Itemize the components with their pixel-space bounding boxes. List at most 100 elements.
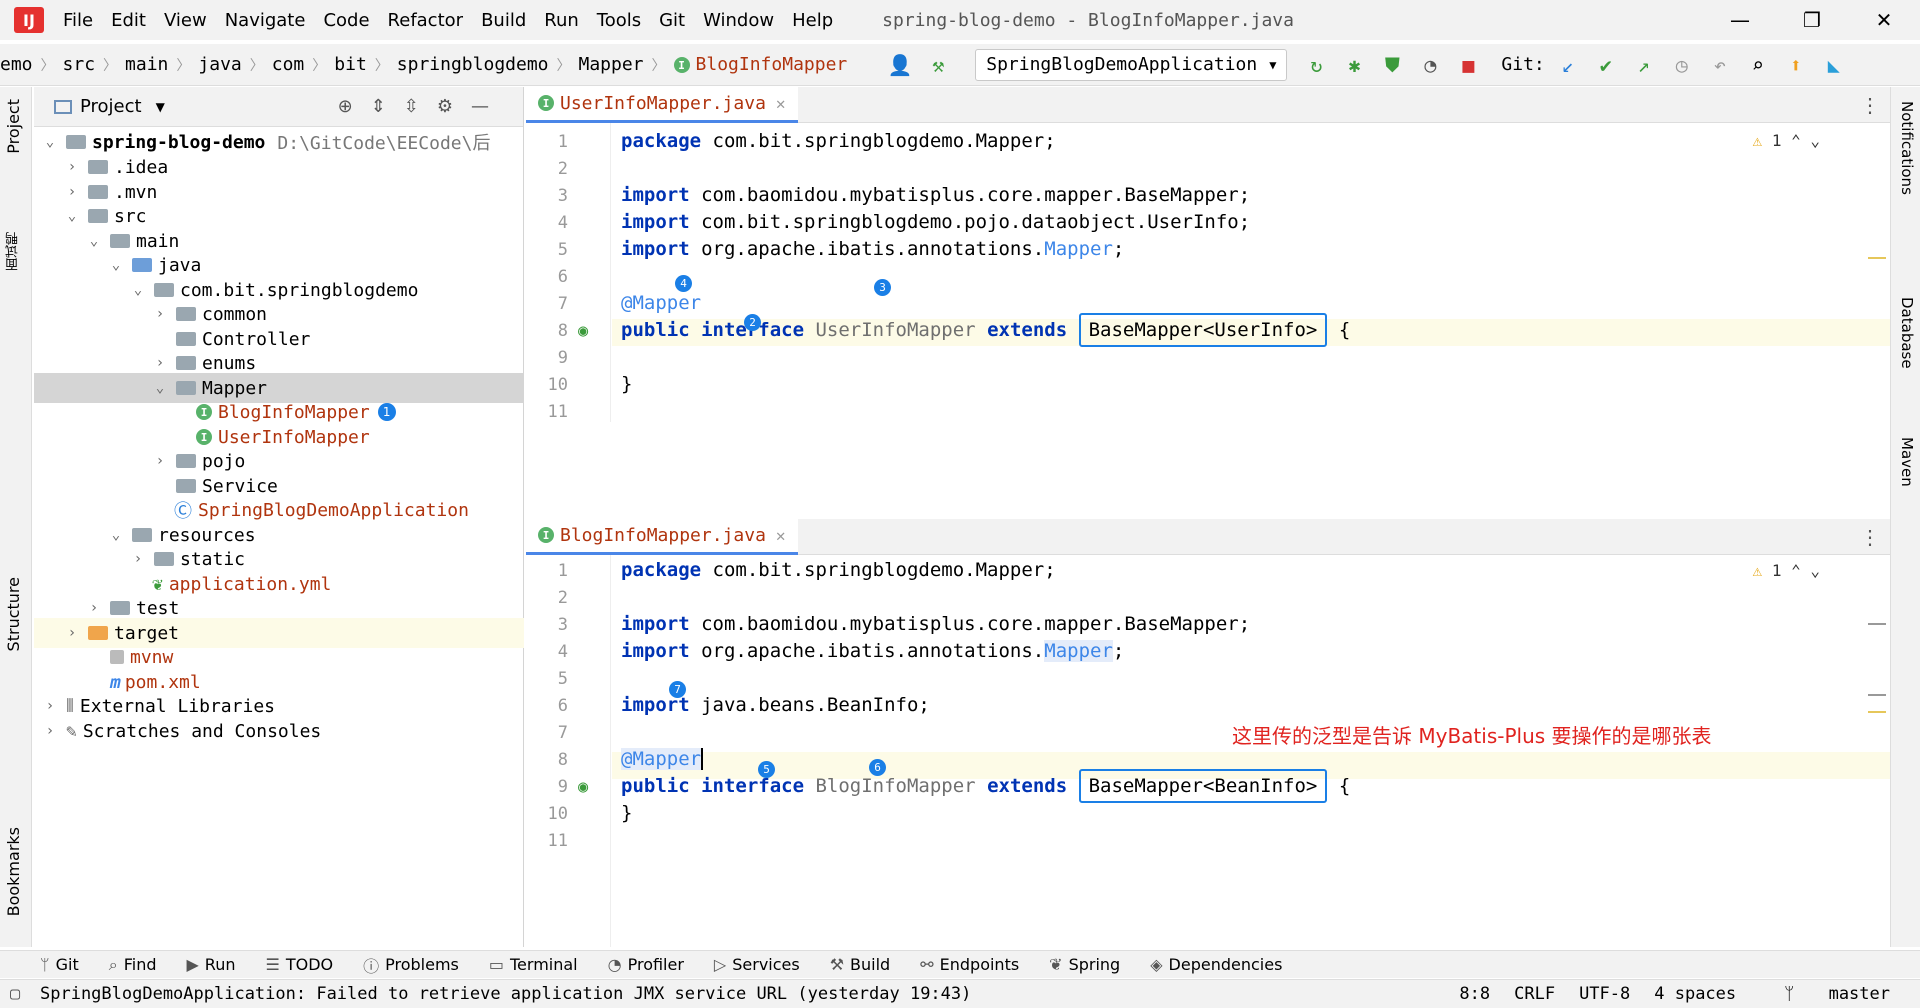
- breadcrumb-springblogdemo[interactable]: springblogdemo: [393, 54, 553, 75]
- panel-actions[interactable]: ⊕⇕⇳⚙—: [338, 96, 507, 117]
- toolwindow-run[interactable]: ▶ Run: [186, 955, 235, 974]
- toolwindow-profiler[interactable]: ◔ Profiler: [608, 955, 684, 974]
- caret-position[interactable]: 8:8: [1459, 984, 1490, 1004]
- structure-tool-tab[interactable]: Structure: [4, 577, 23, 651]
- search-icon[interactable]: ⌕: [1739, 46, 1777, 84]
- implementation-gutter-icon[interactable]: ◉: [578, 777, 588, 797]
- step-badge-5: 5: [758, 761, 775, 778]
- right-tool-strip: Notifications Database Maven: [1890, 87, 1920, 947]
- toolwindow-find[interactable]: ⌕ Find: [109, 955, 157, 975]
- minimize-icon[interactable]: —: [1704, 0, 1776, 40]
- git-update-icon[interactable]: ↙: [1549, 46, 1587, 84]
- left-tool-strip: Project 面试鸭 Structure Bookmarks: [0, 87, 32, 947]
- scratches-icon: ✎: [66, 720, 77, 742]
- breadcrumb-project[interactable]: emo: [0, 54, 37, 75]
- project-tool-tab[interactable]: Project: [4, 99, 23, 154]
- interface-icon: I: [196, 404, 212, 420]
- breadcrumb-java[interactable]: java: [194, 54, 245, 75]
- menu-file[interactable]: File: [54, 10, 102, 31]
- editor-bottom[interactable]: I BlogInfoMapper.java ✕ ⋮ 1 2 3 4 5 6 7 8 9 10 11 ◉ …: [526, 518, 1890, 947]
- step-badge-7: 7: [669, 681, 686, 698]
- run-configuration-select[interactable]: SpringBlogDemoApplication ▼: [975, 48, 1288, 81]
- toolwindow-todo[interactable]: ☰ TODO: [265, 955, 333, 974]
- step-badge-6: 6: [869, 759, 886, 776]
- indent-setting[interactable]: 4 spaces: [1654, 984, 1736, 1004]
- warning-indicator[interactable]: ⚠ 1 ⌃ ⌄: [1753, 561, 1820, 580]
- toolwindow-terminal[interactable]: ▭ Terminal: [489, 955, 578, 974]
- breadcrumb-main[interactable]: main: [121, 54, 172, 75]
- debug-bug-icon[interactable]: ✱: [1335, 46, 1373, 84]
- project-view-icon: [54, 99, 72, 114]
- breadcrumb-active-file[interactable]: I BlogInfoMapper: [670, 54, 852, 75]
- menu-build[interactable]: Build: [472, 10, 535, 31]
- menu-refactor[interactable]: Refactor: [379, 10, 473, 31]
- status-message[interactable]: SpringBlogDemoApplication: Failed to ret…: [0, 984, 971, 1004]
- restore-icon[interactable]: ❐: [1776, 0, 1848, 40]
- git-rollback-icon[interactable]: ↶: [1701, 46, 1739, 84]
- rerun-icon[interactable]: ↻: [1297, 46, 1335, 84]
- database-tool-tab[interactable]: Database: [1898, 297, 1916, 369]
- breadcrumb-com[interactable]: com: [268, 54, 309, 75]
- user-icon[interactable]: 👤: [881, 46, 919, 84]
- git-push-icon[interactable]: ↗: [1625, 46, 1663, 84]
- update-icon[interactable]: ⬆: [1777, 46, 1815, 84]
- breadcrumb-src[interactable]: src: [59, 54, 100, 75]
- editor-tabbar: I UserInfoMapper.java ✕ ⋮: [526, 86, 1890, 123]
- toolwindow-problems[interactable]: ⓘ Problems: [363, 953, 459, 977]
- menu-view[interactable]: View: [155, 10, 216, 31]
- library-icon: ⦀: [66, 695, 74, 717]
- close-icon[interactable]: ✕: [1848, 0, 1920, 40]
- breadcrumb-bit[interactable]: bit: [330, 54, 371, 75]
- status-square-icon[interactable]: ▢: [10, 984, 20, 1004]
- more-vertical-icon[interactable]: ⋮: [1860, 525, 1880, 549]
- project-panel-title[interactable]: Project: [80, 96, 142, 117]
- menu-window[interactable]: Window: [694, 10, 783, 31]
- interface-icon: I: [538, 527, 554, 543]
- more-vertical-icon[interactable]: ⋮: [1860, 93, 1880, 117]
- menu-git[interactable]: Git: [650, 10, 694, 31]
- menu-run[interactable]: Run: [535, 10, 588, 31]
- editor-top[interactable]: I UserInfoMapper.java ✕ ⋮ 1 2 3 4 5 6 7 8 9 10 11 ◉ …: [526, 86, 1890, 422]
- plugin-tool-tab[interactable]: 面试鸭: [4, 232, 23, 271]
- toolwindow-spring[interactable]: ❦ Spring: [1049, 955, 1120, 974]
- menu-code[interactable]: Code: [314, 10, 378, 31]
- status-bar: ▢ SpringBlogDemoApplication: Failed to r…: [0, 979, 1920, 1008]
- profile-icon[interactable]: ◔: [1411, 46, 1449, 84]
- toolwindow-services[interactable]: ▷ Services: [714, 955, 800, 974]
- menu-tools[interactable]: Tools: [588, 10, 650, 31]
- interface-icon: I: [538, 95, 554, 111]
- stop-icon[interactable]: ■: [1449, 46, 1487, 84]
- file-encoding[interactable]: UTF-8: [1579, 984, 1630, 1004]
- notifications-tool-tab[interactable]: Notifications: [1898, 101, 1916, 195]
- warning-indicator[interactable]: ⚠ 1 ⌃ ⌄: [1753, 131, 1820, 150]
- breadcrumb-mapper[interactable]: Mapper: [575, 54, 648, 75]
- close-icon[interactable]: ✕: [776, 526, 786, 545]
- services-icon: ▷: [713, 955, 727, 974]
- toolwindow-git[interactable]: ᛘ Git: [40, 955, 79, 974]
- bookmarks-tool-tab[interactable]: Bookmarks: [4, 827, 23, 916]
- git-commit-icon[interactable]: ✔: [1587, 46, 1625, 84]
- git-history-icon[interactable]: ◷: [1663, 46, 1701, 84]
- menu-edit[interactable]: Edit: [102, 10, 155, 31]
- toolwindow-endpoints[interactable]: ⚯ Endpoints: [920, 955, 1019, 974]
- implementation-gutter-icon[interactable]: ◉: [578, 321, 588, 341]
- tab-bloginfomapper[interactable]: I BlogInfoMapper.java ✕: [526, 518, 798, 555]
- terminal-icon: ▭: [488, 955, 504, 974]
- git-branch[interactable]: ᛘ master: [1760, 984, 1890, 1004]
- plugin-icon[interactable]: ◣: [1815, 46, 1853, 84]
- tab-userinfomapper[interactable]: I UserInfoMapper.java ✕: [526, 86, 798, 123]
- project-panel-header: Project ▼ ⊕⇕⇳⚙—: [34, 87, 523, 127]
- toolwindow-build[interactable]: ⚒ Build: [830, 955, 891, 974]
- tree-row-scratches[interactable]: › ✎ Scratches and Consoles: [34, 716, 524, 746]
- build-hammer-icon[interactable]: ⚒: [919, 46, 957, 84]
- maven-tool-tab[interactable]: Maven: [1898, 437, 1916, 487]
- close-icon[interactable]: ✕: [776, 94, 786, 113]
- git-branch-icon: ᛘ: [40, 955, 50, 974]
- window-title: spring-blog-demo - BlogInfoMapper.java: [882, 9, 1294, 31]
- coverage-icon[interactable]: ⛊: [1373, 46, 1411, 84]
- chevron-down-icon[interactable]: ▼: [156, 100, 165, 114]
- line-separator[interactable]: CRLF: [1514, 984, 1555, 1004]
- toolwindow-dependencies[interactable]: ◈ Dependencies: [1150, 955, 1282, 974]
- menu-help[interactable]: Help: [783, 10, 842, 31]
- menu-navigate[interactable]: Navigate: [216, 10, 315, 31]
